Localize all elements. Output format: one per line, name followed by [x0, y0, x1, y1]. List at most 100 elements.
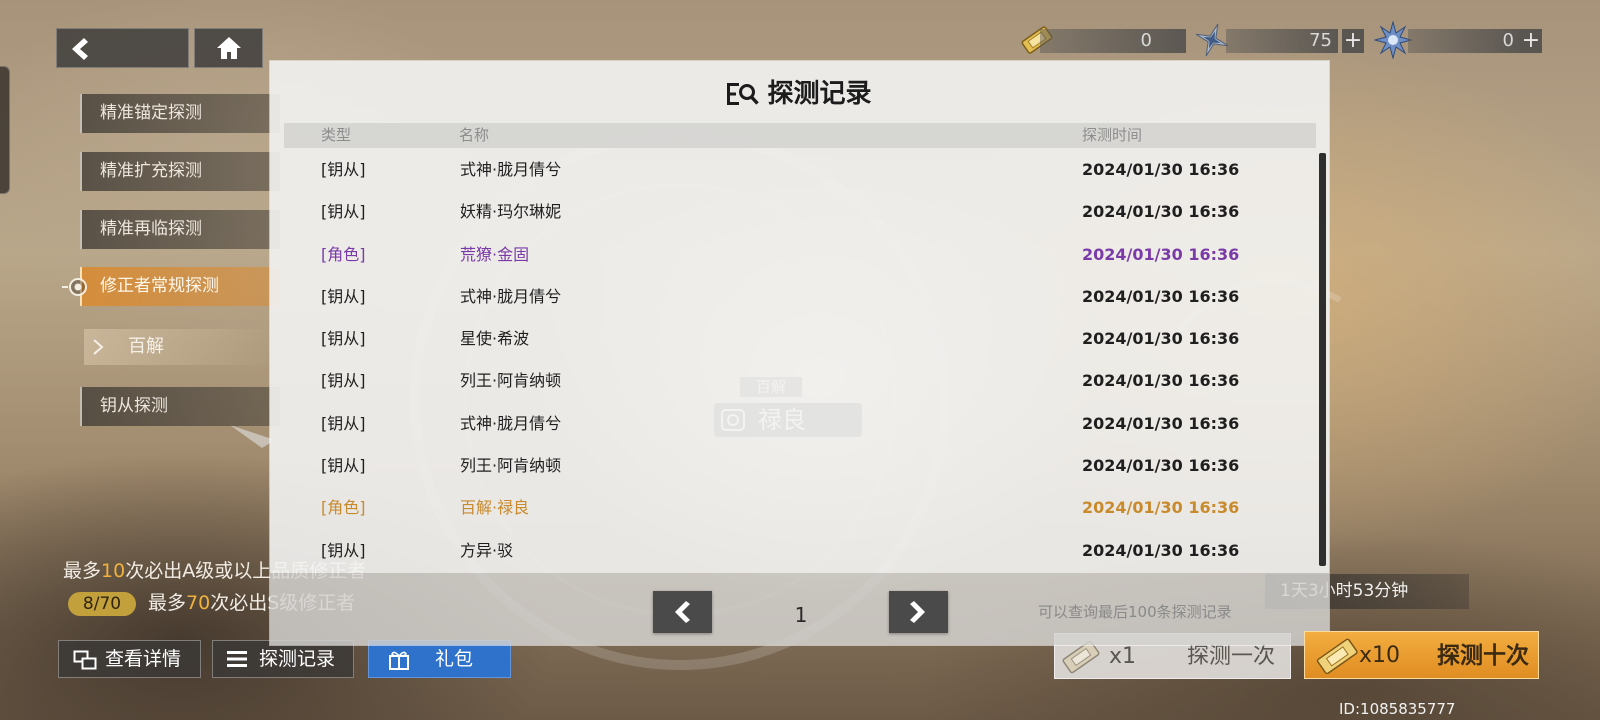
- gift-icon: [389, 651, 409, 670]
- draw-ten-label: 探测十次: [1437, 643, 1529, 669]
- submenu-item-label: 百解: [128, 336, 164, 357]
- draw-ten-button[interactable]: x10 探测十次: [1304, 631, 1539, 679]
- draw-ten-multiplier: x10: [1359, 643, 1401, 668]
- chevron-right-icon: [93, 339, 104, 355]
- menu-item-precise-expand[interactable]: 精准扩充探测: [80, 152, 280, 191]
- menu-item-standard-probe[interactable]: 修正者常规探测: [80, 267, 280, 306]
- previous-page-button[interactable]: [653, 591, 712, 633]
- guarantee-prefix: 最多: [63, 560, 102, 582]
- record-time: 2024/01/30 16:36: [1082, 413, 1240, 433]
- list-search-icon: [727, 83, 760, 105]
- column-header-name: 名称: [459, 126, 490, 144]
- record-type: [钥从]: [321, 202, 366, 222]
- dialog-title: 探测记录: [767, 79, 872, 109]
- chevron-right-icon: [910, 601, 925, 623]
- home-button[interactable]: [194, 28, 263, 68]
- record-time: 2024/01/30 16:36: [1082, 160, 1240, 179]
- pity-progress-badge: 8/70: [68, 592, 136, 616]
- next-page-button[interactable]: [889, 591, 948, 633]
- record-time: 2024/01/30 16:36: [1082, 286, 1240, 306]
- table-row: [钥从] 妖精·玛尔琳妮 2024/01/30 16:36: [270, 191, 1310, 233]
- record-type: [钥从]: [321, 329, 366, 349]
- record-type: [角色]: [321, 244, 366, 264]
- records-table[interactable]: [钥从] 式神·胧月倩兮 2024/01/30 16:36 [钥从] 妖精·玛尔…: [270, 149, 1310, 572]
- star-shard-icon: [1195, 23, 1229, 57]
- home-icon: [217, 37, 241, 59]
- probe-records-dialog: 探测记录 类型 名称 探测时间 [钥从] 式神·胧月倩兮 2024/01/30 …: [269, 60, 1330, 646]
- back-button[interactable]: [56, 28, 189, 68]
- crystal-add-button[interactable]: +: [1520, 29, 1542, 53]
- gift-pack-label: 礼包: [435, 648, 474, 670]
- record-name: 百解·禄良: [460, 498, 530, 518]
- record-name: 荒獠·金固: [460, 244, 530, 264]
- arrow-left-icon: [72, 38, 88, 60]
- records-scrollbar[interactable]: [1319, 153, 1326, 566]
- guarantee-count: 10: [101, 560, 126, 582]
- table-row: [钥从] 星使·希波 2024/01/30 16:36: [270, 318, 1310, 360]
- probe-records-button[interactable]: 探测记录: [212, 640, 354, 678]
- menu-item-precise-anchor[interactable]: 精准锚定探测: [80, 94, 280, 133]
- ticket-icon: [1316, 638, 1358, 674]
- menu-item-label: 精准再临探测: [100, 219, 202, 239]
- ticket-count: 0: [1040, 29, 1186, 53]
- table-row: [钥从] 列王·阿肯纳顿 2024/01/30 16:36: [270, 360, 1310, 402]
- menu-item-precise-return[interactable]: 精准再临探测: [80, 210, 280, 249]
- crystal-icon: [1374, 21, 1412, 59]
- side-drawer-handle[interactable]: [0, 66, 10, 194]
- menu-item-label: 精准扩充探测: [100, 161, 202, 181]
- table-row: [钥从] 式神·胧月倩兮 2024/01/30 16:36: [270, 403, 1310, 445]
- records-limit-note: 可以查询最后100条探测记录: [1038, 603, 1232, 621]
- record-type: [角色]: [321, 498, 366, 518]
- menu-item-label: 钥从探测: [100, 396, 168, 416]
- column-header-type: 类型: [321, 126, 352, 144]
- record-time: 2024/01/30 16:36: [1082, 202, 1240, 222]
- view-details-label: 查看详情: [105, 648, 182, 670]
- record-time: 2024/01/30 16:36: [1082, 244, 1240, 264]
- selected-radio-icon: [62, 278, 87, 296]
- record-name: 式神·胧月倩兮: [460, 160, 562, 179]
- submenu-item-baijie[interactable]: 百解: [84, 329, 280, 365]
- probe-records-label: 探测记录: [259, 648, 336, 670]
- record-name: 方异·驳: [460, 540, 514, 560]
- record-name: 列王·阿肯纳顿: [460, 456, 562, 476]
- table-row: [钥从] 式神·胧月倩兮 2024/01/30 16:36: [270, 149, 1310, 191]
- gift-pack-button[interactable]: 礼包: [368, 640, 511, 678]
- view-details-button[interactable]: 查看详情: [58, 640, 201, 678]
- windows-icon: [73, 650, 97, 670]
- table-row: [角色] 荒獠·金固 2024/01/30 16:36: [270, 234, 1310, 276]
- column-header-time: 探测时间: [1082, 126, 1143, 144]
- table-row: [钥从] 列王·阿肯纳顿 2024/01/30 16:36: [270, 445, 1310, 487]
- star-shard-add-button[interactable]: +: [1342, 29, 1364, 53]
- current-page-number: 1: [794, 603, 808, 627]
- record-type: [钥从]: [321, 286, 366, 306]
- menu-item-label: 精准锚定探测: [100, 103, 202, 123]
- crystal-count: 0: [1408, 29, 1520, 53]
- record-time: 2024/01/30 16:36: [1082, 540, 1240, 560]
- menu-item-label: 修正者常规探测: [100, 276, 219, 296]
- guarantee-prefix: 最多: [148, 592, 187, 614]
- menu-item-key-follower-probe[interactable]: 钥从探测: [80, 387, 280, 426]
- record-type: [钥从]: [321, 371, 366, 391]
- table-row: [钥从] 式神·胧月倩兮 2024/01/30 16:36: [270, 276, 1310, 318]
- star-shard-count: 75: [1226, 29, 1338, 53]
- guarantee-count: 70: [186, 592, 211, 614]
- chevron-left-icon: [675, 601, 690, 623]
- record-name: 式神·胧月倩兮: [460, 413, 562, 433]
- record-time: 2024/01/30 16:36: [1082, 456, 1240, 476]
- record-name: 妖精·玛尔琳妮: [460, 202, 562, 222]
- record-name: 式神·胧月倩兮: [460, 286, 562, 306]
- list-icon: [227, 651, 247, 667]
- record-time: 2024/01/30 16:36: [1082, 329, 1240, 349]
- record-type: [钥从]: [321, 540, 366, 560]
- record-time: 2024/01/30 16:36: [1082, 498, 1240, 518]
- dialog-header: 探测记录: [270, 74, 1329, 114]
- record-name: 星使·希波: [460, 329, 530, 349]
- table-row: [钥从] 方异·驳 2024/01/30 16:36: [270, 530, 1310, 572]
- record-type: [钥从]: [321, 160, 366, 179]
- table-header: 类型 名称 探测时间: [284, 123, 1316, 148]
- ticket-icon: [1062, 640, 1100, 674]
- pagination-bar: 1 可以查询最后100条探测记录: [270, 573, 1329, 645]
- record-type: [钥从]: [321, 456, 366, 476]
- record-name: 列王·阿肯纳顿: [460, 371, 562, 391]
- record-time: 2024/01/30 16:36: [1082, 371, 1240, 391]
